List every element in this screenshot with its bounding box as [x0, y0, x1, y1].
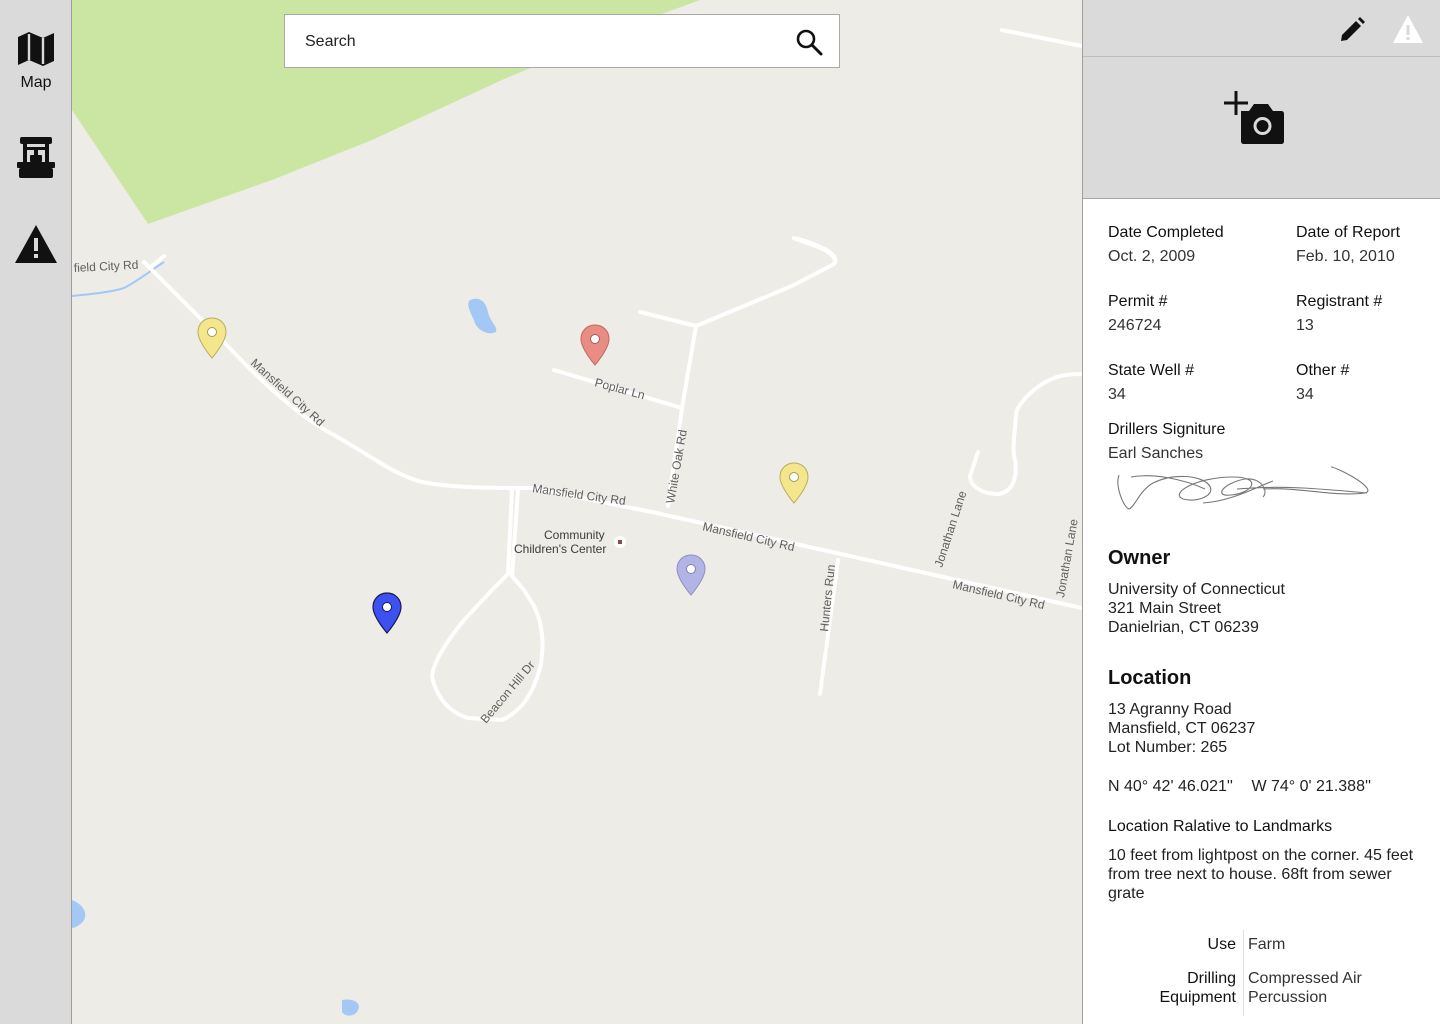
- poi-label-line1: Community: [544, 528, 605, 542]
- nav-wells[interactable]: [0, 136, 72, 180]
- owner-title: Owner: [1108, 547, 1171, 569]
- pond-sw: [72, 900, 86, 928]
- search-input[interactable]: [303, 29, 767, 55]
- state-well-label: State Well #: [1108, 362, 1194, 379]
- owner-line: Danielrian, CT 06239: [1108, 619, 1259, 636]
- map-view[interactable]: field City Rd Mansfield City Rd Mansfiel…: [72, 0, 1082, 1024]
- owner-line: University of Connecticut: [1108, 581, 1285, 598]
- longitude: W 74° 0' 21.388'': [1251, 778, 1372, 795]
- landmarks-title: Location Ralative to Landmarks: [1108, 818, 1333, 835]
- registrant-value: 13: [1296, 317, 1314, 334]
- pond-s: [342, 999, 359, 1016]
- road-label: Mansfield City Rd: [248, 356, 327, 429]
- report-warning-icon[interactable]: [1392, 14, 1424, 44]
- road-label: Mansfield City Rd: [701, 519, 796, 554]
- road-label: Mansfield City Rd: [951, 577, 1046, 612]
- road-label: Jonathan Lane: [1053, 518, 1081, 599]
- location-line: 13 Agranny Road: [1108, 701, 1232, 718]
- well-marker-yellow-1[interactable]: [197, 317, 227, 359]
- signature-name: Earl Sanches: [1108, 445, 1204, 462]
- well-marker-red[interactable]: [580, 324, 610, 366]
- drilling-label-line: Equipment: [1159, 989, 1237, 1006]
- drilling-equipment-value: Compressed Air Percussion: [1248, 969, 1362, 1007]
- nav-map-label: Map: [20, 74, 52, 91]
- drilling-label-line: Drilling: [1187, 970, 1236, 987]
- latitude: N 40° 42' 46.021'': [1108, 778, 1233, 795]
- driller-signature: [1117, 466, 1369, 510]
- location-line: Lot Number: 265: [1108, 739, 1228, 756]
- road-label: White Oak Rd: [663, 429, 690, 505]
- add-photo-camera-icon[interactable]: [1223, 89, 1287, 145]
- road-label: Jonathan Lane: [932, 489, 970, 569]
- date-report-value: Feb. 10, 2010: [1296, 248, 1395, 265]
- well-detail-panel: Date Completed Oct. 2, 2009 Date of Repo…: [1082, 0, 1440, 1024]
- poi-icon: [614, 536, 626, 548]
- date-completed-value: Oct. 2, 2009: [1108, 248, 1196, 265]
- well-marker-yellow-2[interactable]: [779, 462, 809, 504]
- other-label: Other #: [1296, 362, 1350, 379]
- permit-value: 246724: [1108, 317, 1162, 334]
- left-nav: Map: [0, 0, 72, 1024]
- search-box: [284, 14, 840, 68]
- nav-map[interactable]: Map: [0, 30, 72, 92]
- road-label: Poplar Ln: [593, 375, 646, 402]
- photo-area: [1083, 57, 1440, 199]
- date-completed-label: Date Completed: [1108, 224, 1224, 241]
- location-address: 13 Agranny Road Mansfield, CT 06237 Lot …: [1108, 700, 1255, 757]
- owner-line: 321 Main Street: [1108, 600, 1221, 617]
- pond: [468, 298, 497, 334]
- signature-label: Drillers Signiture: [1108, 421, 1226, 438]
- use-label: Use: [1207, 936, 1236, 953]
- warning-icon: [15, 225, 57, 263]
- location-title: Location: [1108, 667, 1192, 689]
- owner-address: University of Connecticut 321 Main Stree…: [1108, 580, 1285, 637]
- other-value: 34: [1296, 386, 1314, 403]
- road-label: Mansfield City Rd: [532, 481, 627, 508]
- well-icon: [17, 137, 55, 178]
- landmarks-text: 10 feet from lightpost on the corner. 45…: [1108, 847, 1414, 902]
- well-marker-selected[interactable]: [372, 592, 402, 634]
- coordinates: N 40° 42' 46.021'' W 74° 0' 21.388'': [1108, 778, 1385, 796]
- nav-alerts[interactable]: [0, 224, 72, 264]
- kv-divider: [1243, 930, 1244, 1016]
- use-value: Farm: [1248, 936, 1286, 953]
- permit-label: Permit #: [1108, 293, 1168, 310]
- map-canvas[interactable]: field City Rd Mansfield City Rd Mansfiel…: [72, 0, 1082, 1024]
- poi-label-line2: Children's Center: [514, 542, 606, 556]
- state-well-value: 34: [1108, 386, 1126, 403]
- drilling-value-line: Compressed Air: [1248, 970, 1362, 987]
- drilling-equipment-label: Drilling Equipment: [1160, 969, 1237, 1007]
- well-marker-lavender[interactable]: [676, 554, 706, 596]
- registrant-label: Registrant #: [1296, 293, 1383, 310]
- road-label: field City Rd: [73, 258, 138, 275]
- location-line: Mansfield, CT 06237: [1108, 720, 1256, 737]
- panel-toolbar: [1083, 0, 1440, 57]
- date-report-label: Date of Report: [1296, 224, 1401, 241]
- drilling-value-line: Percussion: [1248, 989, 1328, 1006]
- map-icon: [18, 32, 54, 66]
- search-icon[interactable]: [795, 28, 823, 56]
- edit-pencil-icon[interactable]: [1338, 16, 1366, 44]
